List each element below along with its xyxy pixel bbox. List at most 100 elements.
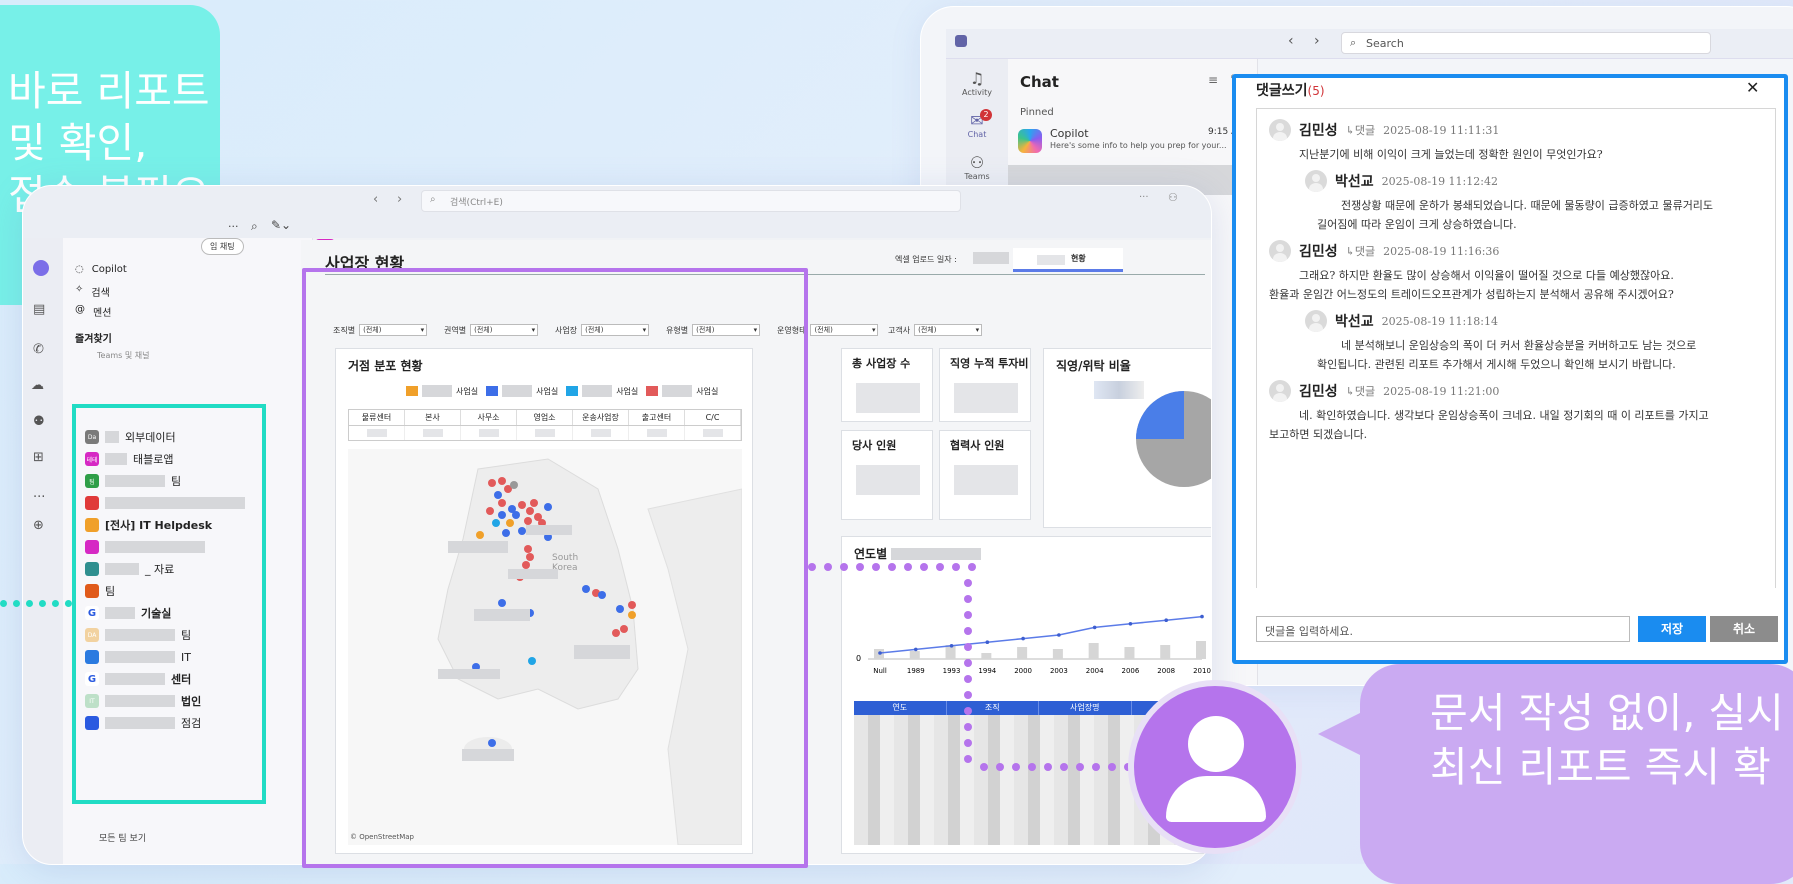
comment-text: 보고하면 되겠습니다. [1269,428,1368,441]
search-icon: ⌕ [1350,36,1357,49]
people-icon[interactable]: ⚉ [33,414,45,429]
comment-text: 길어짐에 따라 운임이 크게 상승하였습니다. [1317,218,1517,231]
filter-select[interactable]: (전체) [914,324,983,336]
back-arrow-icon[interactable]: ‹ [1288,33,1294,49]
connector-dot [888,563,896,571]
kpi-card: 당사 인원 [841,430,933,520]
pinned-chat-copilot[interactable]: Copilot 9:15 AM Here's some info to help… [1018,125,1254,159]
trend-x-tick: 2003 [1050,667,1068,675]
comment-author: 김민성 [1299,384,1338,400]
comment-panel-title: 댓글쓰기(5) [1256,80,1325,100]
connector-dot [808,563,816,571]
pinned-chat-preview: Here's some info to help you prep for yo… [1050,141,1227,150]
connector-dot [856,563,864,571]
comment-date: 2025-08-19 11:12:42 [1381,174,1498,188]
search-icon: ✧ [75,284,84,295]
connector-dot [964,691,972,699]
call-icon[interactable]: ✆ [33,342,44,357]
rail-label: Activity [962,88,992,97]
comment-title-text: 댓글쓰기 [1256,83,1308,99]
comment-author: 박선교 [1335,314,1374,330]
reply-link[interactable]: ↳댓글 [1346,122,1375,138]
trend-bar [1052,649,1063,659]
connector-dot [964,579,972,587]
rail-item-chat[interactable]: ✉ 2 Chat [946,109,1008,139]
trend-point [1200,614,1204,619]
user-avatar-icon [1269,380,1291,402]
trend-point [1057,633,1061,637]
list-table-header: 조직 [947,701,1039,715]
search-box[interactable]: ⌕ 검색(Ctrl+E) [421,190,961,212]
trend-y-zero-label: 0 [856,654,861,663]
more-options-icon[interactable]: ··· [1139,192,1149,203]
reply-link[interactable]: ↳댓글 [1346,243,1375,259]
calendar-icon[interactable]: ▤ [33,302,45,317]
cancel-button[interactable]: 취소 [1710,616,1778,642]
comment-author: 박선교 [1335,174,1374,190]
kpi-value-placeholder [954,465,1018,495]
nav-item-copilot[interactable]: ◌ Copilot [75,264,127,275]
more-icon[interactable]: ··· [33,490,45,505]
app-rail: ▤ ✆ ☁ ⚉ ⊞ ··· ⊕ [23,238,63,864]
connector-dot [964,707,972,715]
compose-icon[interactable]: ✎⌄ [271,218,291,232]
search-icon: ⌕ [430,194,436,205]
nav-item-mention[interactable]: @ 멘션 [75,304,111,319]
status-tab[interactable]: 현황 [1013,248,1123,272]
comment-date: 2025-08-19 11:16:36 [1383,244,1500,258]
filter-select[interactable]: (전체) [810,324,879,336]
status-tab-label-placeholder [1037,255,1065,265]
teams-list-highlight [72,404,266,804]
ratio-card: 직영/위탁 비율 [1043,348,1211,528]
search-box[interactable]: ⌕ Search [1341,32,1711,54]
connector-dot [920,563,928,571]
trend-x-tick: 2004 [1086,667,1104,675]
trend-x-tick: 2000 [1014,667,1032,675]
close-button[interactable]: ✕ [1746,78,1759,97]
back-arrow-icon[interactable]: ‹ [373,192,378,207]
comment-text: 네. 확인하였습니다. 생각보다 운임상승폭이 크네요. 내일 정기회의 때 이… [1299,409,1709,422]
new-chat-button[interactable]: 임 채팅 [201,238,244,255]
save-button[interactable]: 저장 [1638,616,1706,642]
apps-icon[interactable]: ⊞ [33,450,44,465]
copilot-icon [1018,129,1042,153]
nav-label: 멘션 [93,308,112,319]
trend-title-text: 연도별 [854,547,888,561]
chat-icon[interactable] [33,260,49,276]
connector-dot [1044,763,1052,771]
trend-x-tick: Null [873,667,887,675]
trend-bar [1088,643,1099,659]
trend-point [1164,618,1169,622]
user-avatar-icon [1269,119,1291,141]
trend-point [1021,636,1025,641]
search-placeholder: 검색(Ctrl+E) [450,198,503,208]
filter-icon[interactable]: ≡ [1208,73,1218,87]
app-logo-icon [955,35,967,47]
rail-label: Chat [967,130,987,139]
comment-date: 2025-08-19 11:18:14 [1381,314,1498,328]
list-table-header: 연도 [854,701,947,715]
profile-icon[interactable]: ⚇ [1168,191,1178,204]
more-options-icon[interactable]: ··· [228,220,239,233]
trend-x-tick: 2006 [1122,667,1140,675]
pie-slice-blue [1136,391,1184,439]
search-icon[interactable]: ⌕ [251,219,258,234]
rail-item-teams[interactable]: ⚇ Teams [946,153,1008,181]
see-all-teams-link[interactable]: 모든 팀 보기 [99,831,146,844]
forward-arrow-icon[interactable]: › [397,192,402,207]
filter-5: 고객사 (전체) [888,324,983,336]
trend-bar [1160,645,1171,659]
add-app-icon[interactable]: ⊕ [33,518,44,533]
kpi-title: 당사 인원 [852,439,897,452]
reply-link[interactable]: ↳댓글 [1346,383,1375,399]
trend-x-tick: 2010 [1193,667,1211,675]
trend-bar [909,651,920,659]
kpi-value-placeholder [856,383,920,413]
nav-item-search[interactable]: ✧ 검색 [75,284,110,299]
comment-input[interactable]: 댓글을 입력하세요. [1256,616,1630,642]
comment-text: 전쟁상황 때문에 운하가 봉쇄되었습니다. 때문에 물동량이 급증하였고 물류거… [1341,199,1714,212]
comment-text: 환율과 운임간 어느정도의 트레이드오프관계가 성립하는지 분석해서 공유해 주… [1269,288,1674,301]
rail-item-activity[interactable]: ♫ Activity [946,69,1008,97]
forward-arrow-icon[interactable]: › [1314,33,1320,49]
onedrive-icon[interactable]: ☁ [31,378,44,393]
